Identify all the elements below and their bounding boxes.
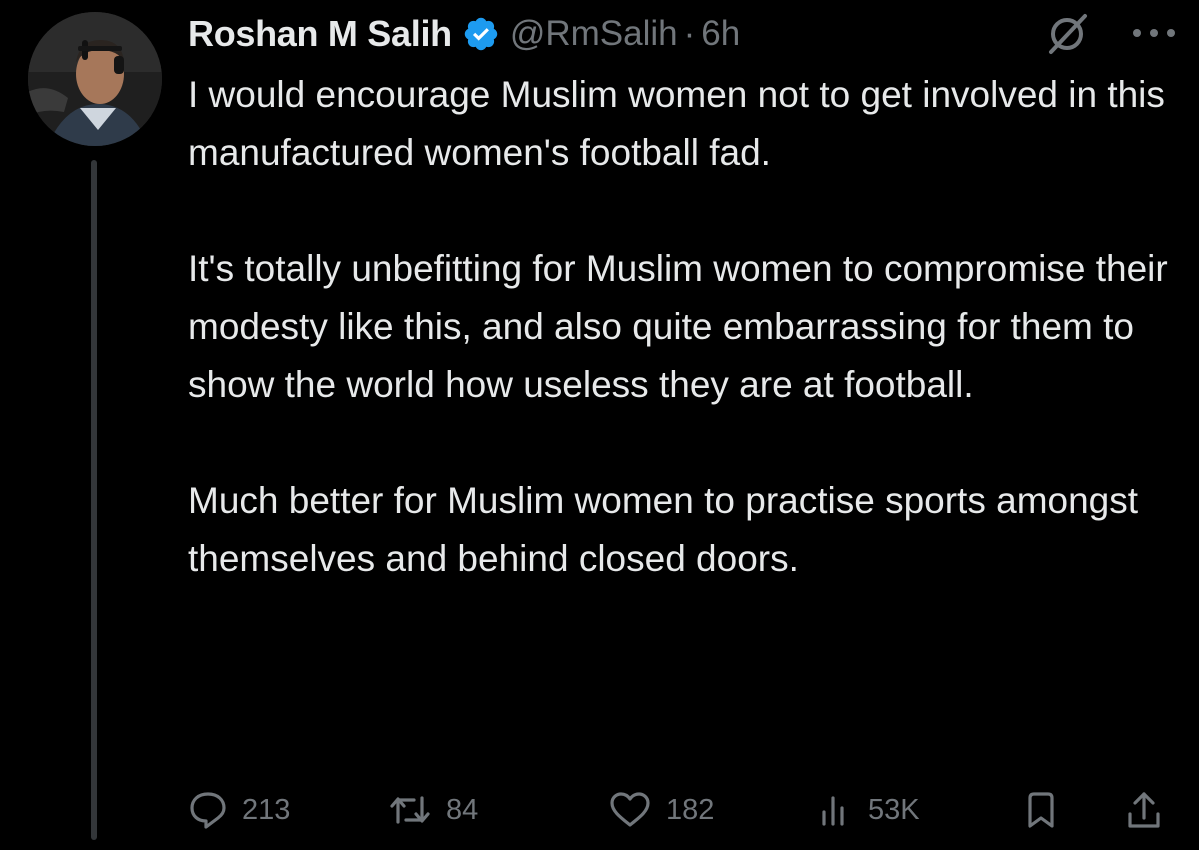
tweet-paragraph: It's totally unbefitting for Muslim wome… [188,248,1168,405]
like-icon [610,792,650,827]
verified-badge-icon[interactable] [462,15,500,53]
tweet-paragraph: Much better for Muslim women to practise… [188,480,1139,579]
tweet[interactable]: Roshan M Salih @RmSalih · 6h I would enc… [0,0,1199,840]
reply-count: 213 [242,793,291,826]
bookmark-icon [1028,792,1054,828]
share-button[interactable] [1124,790,1178,830]
avatar[interactable] [28,12,162,146]
more-icon[interactable] [1129,23,1179,43]
tweet-header: Roshan M Salih @RmSalih · 6h [188,6,1179,62]
tweet-text: I would encourage Muslim women not to ge… [188,66,1178,646]
views-icon [822,796,844,826]
tweet-paragraph: I would encourage Muslim women not to ge… [188,74,1165,173]
tweet-actions: 213 84 182 53K [188,790,1178,850]
avatar-photo [28,12,162,146]
repost-count: 84 [446,793,479,826]
grok-icon[interactable] [1045,10,1091,56]
author-display-name[interactable]: Roshan M Salih [188,13,452,55]
header-actions [1045,10,1179,56]
like-button[interactable]: 182 [608,790,714,830]
reply-icon [190,792,226,829]
views-count: 53K [868,793,920,826]
repost-button[interactable]: 84 [388,790,478,830]
author-handle[interactable]: @RmSalih [510,14,678,54]
reply-button[interactable]: 213 [188,790,290,830]
bookmark-button[interactable] [1024,790,1072,830]
thread-line [91,160,97,840]
views-button[interactable]: 53K [818,790,920,830]
share-icon [1128,792,1160,828]
like-count: 182 [666,793,715,826]
tweet-timestamp[interactable]: 6h [701,14,740,54]
repost-icon [390,796,430,824]
separator-dot: · [683,14,696,53]
